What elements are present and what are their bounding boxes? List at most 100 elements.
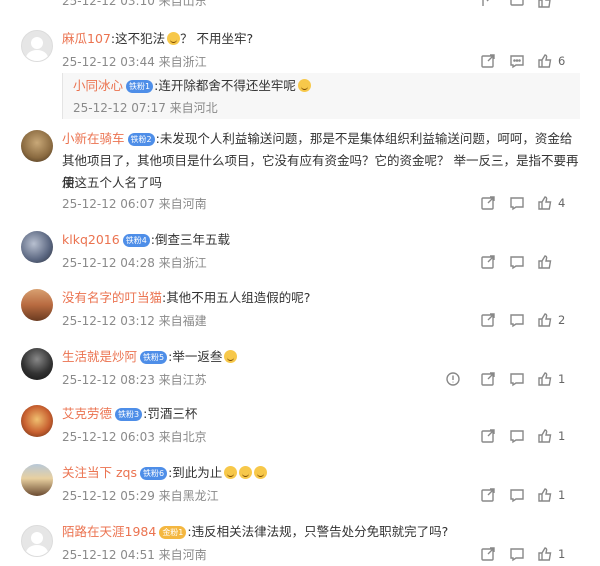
comment-icon (510, 430, 524, 444)
forward-button[interactable] (480, 370, 496, 388)
comment-button[interactable] (509, 427, 525, 445)
forward-button[interactable] (480, 486, 496, 504)
comment-button[interactable] (509, 253, 525, 271)
username-link[interactable]: 小同冰心 (73, 78, 123, 93)
avatar[interactable] (21, 130, 53, 162)
like-button[interactable]: 1 (537, 370, 565, 388)
like-count: 2 (558, 313, 566, 327)
username-link[interactable]: klkq2016 (62, 232, 120, 247)
comment-actions: 4 (470, 194, 600, 214)
thumbs-up-icon (538, 429, 552, 443)
reply-meta: 25-12-12 07:17 来自河北 (73, 101, 218, 115)
thumbs-up-icon (538, 488, 552, 502)
reply-text: 小同冰心 铁粉1:连开除都舍不得还坐牢呢 (73, 75, 574, 97)
username-link[interactable]: 麻瓜107 (62, 31, 111, 46)
comment-text: 艾克劳德 铁粉3:罚酒三杯 (62, 406, 198, 421)
like-button[interactable]: 1 (537, 545, 565, 563)
username-link[interactable]: 陌路在天涯1984 (62, 524, 156, 539)
like-button[interactable]: 6 (537, 52, 565, 70)
like-button[interactable]: 2 (537, 311, 565, 329)
thumbs-up-icon (538, 547, 552, 561)
forward-button[interactable] (480, 253, 496, 271)
comment-button[interactable] (509, 52, 525, 70)
forward-icon (482, 0, 489, 6)
forward-icon (481, 54, 495, 68)
comment-meta: 25-12-12 03:10 来自山东 (62, 0, 207, 8)
forward-button[interactable] (480, 545, 496, 563)
forward-icon (481, 255, 495, 269)
comment-meta: 25-12-12 04:51 来自河南 (62, 548, 207, 562)
forward-icon (481, 429, 495, 443)
thumbs-up-icon (538, 255, 552, 269)
forward-button[interactable] (480, 427, 496, 445)
thumbs-up-icon (538, 54, 552, 68)
emoji-icon (239, 466, 253, 479)
forward-icon (481, 488, 495, 502)
username-link[interactable]: 小新在骑车 (62, 131, 125, 146)
like-button[interactable] (537, 0, 553, 10)
alert-icon (446, 372, 460, 386)
comment-meta: 25-12-12 03:12 来自福建 (62, 314, 207, 328)
avatar[interactable] (21, 348, 53, 380)
comment-button[interactable] (509, 486, 525, 504)
like-count: 6 (558, 54, 566, 68)
comment-text-line: 用这五个人名了吗 (62, 175, 163, 190)
forward-button[interactable] (480, 311, 496, 329)
forward-button[interactable] (480, 0, 496, 10)
comment-meta: 25-12-12 06:07 来自河南 (62, 197, 207, 211)
comment-button[interactable] (509, 311, 525, 329)
avatar[interactable] (21, 289, 53, 321)
forward-icon (481, 372, 495, 386)
like-count: 1 (558, 488, 566, 502)
fan-badge: 铁粉2 (127, 133, 155, 146)
fan-badge: 金粉1 (159, 526, 187, 539)
avatar[interactable] (21, 464, 53, 496)
avatar[interactable] (21, 525, 53, 557)
forward-icon (481, 547, 495, 561)
comment-button[interactable] (509, 370, 525, 388)
avatar[interactable] (21, 405, 53, 437)
avatar[interactable] (21, 30, 53, 62)
username-link[interactable]: 没有名字的叮当猫 (62, 290, 162, 305)
comment-actions: 1 (446, 370, 600, 390)
like-count: 4 (558, 196, 566, 210)
comment-button[interactable] (509, 0, 525, 10)
comment-text: 陌路在天涯1984 金粉1:违反相关法律法规，只警告处分免职就完了吗? (62, 524, 449, 539)
username-link[interactable]: 关注当下 zqs (62, 465, 137, 480)
fan-badge: 铁粉6 (139, 467, 168, 480)
like-count: 1 (558, 547, 566, 561)
comment-text: 小新在骑车 铁粉2:未发现个人利益输送问题，那是不是集体组织利益输送问题，呵呵，资… (62, 131, 573, 146)
comment-text: 没有名字的叮当猫:其他不用五人组造假的呢? (62, 290, 311, 305)
avatar[interactable] (21, 231, 53, 263)
emoji-icon (224, 466, 238, 479)
like-button[interactable]: 1 (537, 486, 565, 504)
emoji-icon (297, 79, 311, 92)
like-count: 1 (558, 429, 566, 443)
like-button[interactable] (537, 253, 558, 271)
emoji-icon (254, 466, 268, 479)
reply-box: 小同冰心 铁粉1:连开除都舍不得还坐牢呢 25-12-12 07:17 来自河北 (62, 73, 580, 119)
forward-icon (481, 196, 495, 210)
forward-button[interactable] (480, 52, 496, 70)
comment-text: 关注当下 zqs 铁粉6:到此为止 (62, 462, 580, 484)
fan-badge: 铁粉3 (115, 408, 143, 421)
fan-badge: 铁粉4 (122, 234, 150, 247)
username-link[interactable]: 生活就是炒阿 (62, 349, 137, 364)
comment-button[interactable] (509, 194, 525, 212)
fan-badge: 铁粉5 (140, 351, 168, 364)
comment-actions: 1 (470, 545, 600, 565)
comment-actions: 6 (470, 52, 600, 72)
comment-meta: 25-12-12 03:44 来自浙江 (62, 55, 207, 69)
comment-icon (510, 314, 524, 328)
like-count: 1 (558, 372, 566, 386)
comment-actions (470, 0, 600, 12)
username-link[interactable]: 艾克劳德 (62, 406, 112, 421)
comment-actions: 1 (470, 427, 600, 447)
comment-button[interactable] (509, 545, 525, 563)
forward-button[interactable] (480, 194, 496, 212)
comment-actions: 1 (470, 486, 600, 506)
like-button[interactable]: 4 (537, 194, 565, 212)
like-button[interactable]: 1 (537, 427, 565, 445)
emoji-icon (167, 32, 181, 45)
report-button[interactable] (445, 370, 461, 388)
